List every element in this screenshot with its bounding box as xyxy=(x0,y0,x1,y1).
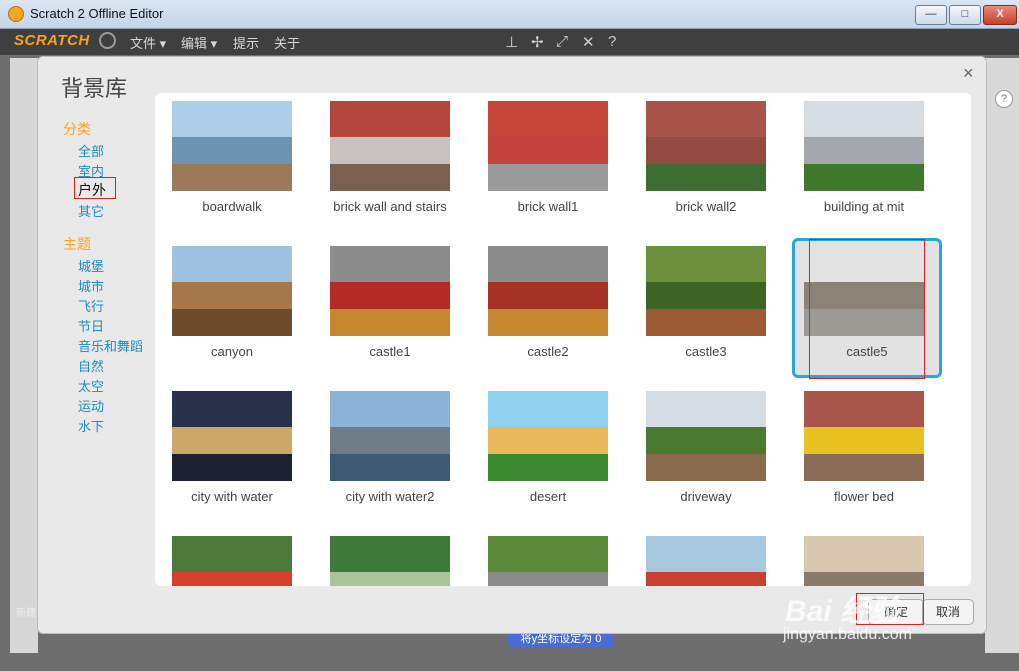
backdrop-tile-castle1[interactable]: castle1 xyxy=(318,238,468,378)
watermark-url: jingyan.baidu.com xyxy=(783,626,912,643)
backdrop-thumbnail xyxy=(646,101,766,191)
theme-city[interactable]: 城市 xyxy=(78,276,104,295)
backdrop-thumbnail xyxy=(488,391,608,481)
theme-heading: 主题 xyxy=(63,236,91,252)
help-question-icon[interactable]: ? xyxy=(995,90,1013,108)
dialog-close-icon[interactable]: × xyxy=(963,63,974,84)
backdrop-thumbnail xyxy=(646,391,766,481)
menu-tips[interactable]: 提示 xyxy=(233,33,259,52)
new-sprite-label: 新建 xyxy=(16,608,36,619)
backdrop-thumbnail xyxy=(488,536,608,586)
menu-about[interactable]: 关于 xyxy=(274,33,300,52)
backdrop-label: brick wall2 xyxy=(675,199,737,214)
shrink-icon[interactable]: ✕ xyxy=(582,33,595,51)
backdrop-library-dialog: 背景库 × 分类 全部 室内 户外 其它 主题 城堡 城市 飞行 节日 音乐和舞… xyxy=(37,56,987,634)
backdrop-thumbnail xyxy=(330,101,450,191)
backdrop-thumbnail xyxy=(646,246,766,336)
dialog-title: 背景库 xyxy=(61,76,128,101)
cut-icon[interactable]: ✢ xyxy=(531,33,544,51)
stamp-icon[interactable]: ⊥ xyxy=(505,33,518,51)
menu-file[interactable]: 文件 ▾ xyxy=(130,33,166,52)
backdrop-label: boardwalk xyxy=(202,199,262,214)
backdrop-tile-flower-bed[interactable]: flower bed xyxy=(792,383,942,523)
backdrop-thumbnail xyxy=(330,391,450,481)
backdrop-label: city with water xyxy=(191,489,273,504)
backdrop-label: flower bed xyxy=(834,489,894,504)
backdrop-thumbnail xyxy=(804,391,924,481)
backdrop-tile-row4-col4[interactable] xyxy=(634,528,784,586)
category-all[interactable]: 全部 xyxy=(78,141,104,160)
backdrop-tile-castle2[interactable]: castle2 xyxy=(476,238,626,378)
highlight-box-selected xyxy=(809,239,925,379)
backdrop-thumbnail xyxy=(172,246,292,336)
backdrop-thumbnail xyxy=(330,536,450,586)
backdrop-label: canyon xyxy=(211,344,253,359)
backdrop-tile-row4-col2[interactable] xyxy=(318,528,468,586)
backdrop-tile-city-with-water[interactable]: city with water xyxy=(160,383,310,523)
category-other[interactable]: 其它 xyxy=(78,201,104,220)
backdrop-tile-row4-col5[interactable] xyxy=(792,528,942,586)
backdrop-label: driveway xyxy=(680,489,732,504)
backdrop-label: desert xyxy=(529,489,567,504)
backdrop-label: city with water2 xyxy=(345,489,435,504)
window-titlebar: Scratch 2 Offline Editor — □ X xyxy=(0,0,1019,29)
backdrop-tile-building-at-mit[interactable]: building at mit xyxy=(792,93,942,233)
theme-music-and-dance[interactable]: 音乐和舞蹈 xyxy=(78,336,143,355)
watermark-logo: Bai 经验 xyxy=(785,595,901,628)
backdrop-label: castle1 xyxy=(369,344,411,359)
backdrop-thumbnail xyxy=(488,246,608,336)
theme-space[interactable]: 太空 xyxy=(78,376,104,395)
background-scripts-panel xyxy=(985,58,1019,653)
backdrop-tile-driveway[interactable]: driveway xyxy=(634,383,784,523)
backdrop-label: brick wall and stairs xyxy=(333,199,447,214)
backdrop-tile-row4-col3[interactable] xyxy=(476,528,626,586)
backdrop-label: brick wall1 xyxy=(517,199,579,214)
app-icon xyxy=(8,6,24,22)
menu-edit[interactable]: 编辑 ▾ xyxy=(181,33,217,52)
cancel-button[interactable]: 取消 xyxy=(922,599,974,625)
backdrop-tile-brick-wall1[interactable]: brick wall1 xyxy=(476,93,626,233)
backdrop-tile-castle3[interactable]: castle3 xyxy=(634,238,784,378)
backdrop-tile-brick-wall2[interactable]: brick wall2 xyxy=(634,93,784,233)
help-icon[interactable]: ? xyxy=(608,33,616,50)
backdrop-thumbnail xyxy=(172,101,292,191)
grow-icon[interactable]: ⤢ xyxy=(556,33,568,50)
theme-nature[interactable]: 自然 xyxy=(78,356,104,375)
backdrop-thumbnail xyxy=(804,101,924,191)
backdrop-label: building at mit xyxy=(823,199,905,214)
theme-underwater[interactable]: 水下 xyxy=(78,416,104,435)
close-window-button[interactable]: X xyxy=(983,5,1017,25)
backdrop-label: castle3 xyxy=(685,344,727,359)
backdrop-label: castle2 xyxy=(527,344,569,359)
backdrop-tile-boardwalk[interactable]: boardwalk xyxy=(160,93,310,233)
language-globe-icon[interactable] xyxy=(99,32,116,49)
backdrop-tile-brick-wall-and-stairs[interactable]: brick wall and stairs xyxy=(318,93,468,233)
theme-flying[interactable]: 飞行 xyxy=(78,296,104,315)
highlight-box-outdoors xyxy=(74,177,116,199)
background-stage-panel xyxy=(10,58,38,653)
backdrop-thumbnail xyxy=(646,536,766,586)
backdrop-tile-row4-col1[interactable] xyxy=(160,528,310,586)
backdrop-grid: boardwalk brick wall and stairs brick wall… xyxy=(155,93,971,586)
backdrop-thumbnail xyxy=(172,391,292,481)
menu-bar: SCRATCH 文件 ▾ 编辑 ▾ 提示 关于 ⊥ ✢ ⤢ ✕ ? xyxy=(0,29,1019,55)
backdrop-tile-desert[interactable]: desert xyxy=(476,383,626,523)
backdrop-tile-castle5[interactable]: castle5 xyxy=(792,238,942,379)
theme-castle[interactable]: 城堡 xyxy=(78,256,104,275)
backdrop-tile-city-with-water2[interactable]: city with water2 xyxy=(318,383,468,523)
backdrop-thumbnail xyxy=(804,536,924,586)
backdrop-thumbnail xyxy=(330,246,450,336)
backdrop-tile-canyon[interactable]: canyon xyxy=(160,238,310,378)
theme-holiday[interactable]: 节日 xyxy=(78,316,104,335)
window-title: Scratch 2 Offline Editor xyxy=(30,6,164,21)
backdrop-thumbnail xyxy=(488,101,608,191)
backdrop-thumbnail xyxy=(172,536,292,586)
theme-sports[interactable]: 运动 xyxy=(78,396,104,415)
maximize-button[interactable]: □ xyxy=(949,5,981,25)
category-heading: 分类 xyxy=(63,121,91,137)
scratch-logo[interactable]: SCRATCH xyxy=(14,32,90,49)
minimize-button[interactable]: — xyxy=(915,5,947,25)
